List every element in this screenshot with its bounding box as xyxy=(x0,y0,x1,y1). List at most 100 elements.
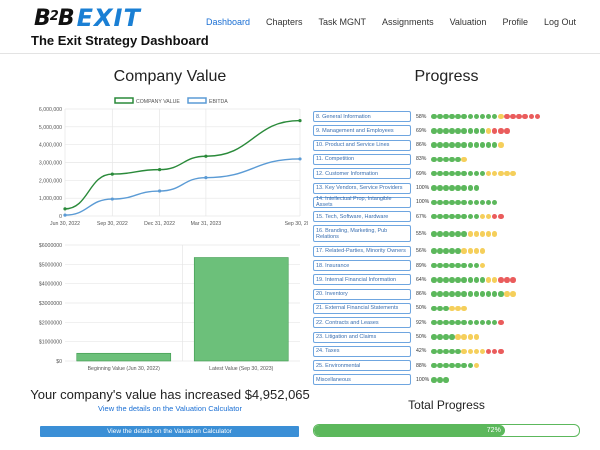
in-progress-dot-icon xyxy=(491,170,498,177)
chapter-link[interactable]: 14. Intellectual Prop, Intangible Assets xyxy=(313,196,411,208)
chapter-link[interactable]: 8. General Information xyxy=(313,111,411,122)
complete-dot-icon xyxy=(467,142,474,148)
y-tick-label: $4000000 xyxy=(39,282,62,288)
in-progress-dot-icon xyxy=(461,348,467,355)
complete-dot-icon xyxy=(437,199,443,206)
legend-swatch xyxy=(114,97,134,104)
task-status-dots xyxy=(431,348,504,355)
complete-dot-icon xyxy=(437,348,443,355)
in-progress-dot-icon xyxy=(479,348,486,355)
nav-task-mgnt[interactable]: Task MGNT xyxy=(319,17,367,27)
complete-dot-icon xyxy=(485,319,492,326)
progress-row: 24. Taxes 42% xyxy=(313,345,593,357)
complete-dot-icon xyxy=(479,170,486,177)
in-progress-dot-icon xyxy=(479,248,486,254)
complete-dot-icon xyxy=(479,113,486,120)
complete-dot-icon xyxy=(431,262,437,269)
nav-valuation[interactable]: Valuation xyxy=(450,17,487,27)
chapter-percent: 100% xyxy=(416,199,430,206)
chapter-percent: 42% xyxy=(416,348,427,355)
series-line xyxy=(64,119,301,210)
chapter-link[interactable]: 25. Environmental xyxy=(313,360,411,372)
in-progress-dot-icon xyxy=(473,362,480,369)
nav-assignments[interactable]: Assignments xyxy=(382,17,434,27)
nav-dashboard[interactable]: Dashboard xyxy=(206,17,250,27)
chapter-link[interactable]: 22. Contracts and Leases xyxy=(313,317,411,329)
chapter-link[interactable]: Miscellaneous xyxy=(313,374,411,386)
chapter-link[interactable]: 20. Inventory xyxy=(313,288,411,300)
nav-chapters[interactable]: Chapters xyxy=(266,17,303,27)
progress-row: 20. Inventory 86% xyxy=(313,288,593,300)
not-started-dot-icon xyxy=(491,128,498,134)
not-started-dot-icon xyxy=(510,277,516,283)
complete-dot-icon xyxy=(431,128,437,134)
total-progress-title: Total Progress xyxy=(408,398,485,412)
bar xyxy=(193,257,289,362)
task-status-dots xyxy=(431,334,480,340)
progress-row: 8. General Information 58% xyxy=(313,111,593,122)
complete-dot-icon xyxy=(449,291,455,297)
complete-dot-icon xyxy=(455,248,461,254)
progress-row: 13. Key Vendors, Service Providers 100% xyxy=(313,182,593,194)
complete-dot-icon xyxy=(443,248,449,254)
complete-dot-icon xyxy=(449,185,455,191)
valuation-calculator-link[interactable]: View the details on the Valuation Calcul… xyxy=(20,404,320,413)
in-progress-dot-icon xyxy=(485,170,492,177)
chapter-link[interactable]: 21. External Financial Statements xyxy=(313,302,411,314)
complete-dot-icon xyxy=(443,319,449,326)
legend-label: COMPANY VALUE xyxy=(136,99,180,105)
x-tick-label: Jun 30, 2022 xyxy=(50,221,80,227)
b2b-exit-logo[interactable]: B2B EXIT xyxy=(34,4,141,32)
task-status-dots xyxy=(431,291,516,297)
complete-dot-icon xyxy=(449,199,455,206)
complete-dot-icon xyxy=(455,142,461,148)
complete-dot-icon xyxy=(449,248,455,254)
not-started-dot-icon xyxy=(504,113,510,120)
chapter-link[interactable]: 24. Taxes xyxy=(313,345,411,357)
complete-dot-icon xyxy=(485,113,492,120)
x-tick-label: Beginning Value (Jun 30, 2022) xyxy=(88,366,161,372)
complete-dot-icon xyxy=(443,213,449,220)
nav-log-out[interactable]: Log Out xyxy=(544,17,576,27)
not-started-dot-icon xyxy=(522,113,528,120)
progress-row: 10. Product and Service Lines 86% xyxy=(313,139,593,151)
progress-row: 14. Intellectual Prop, Intangible Assets… xyxy=(313,196,593,208)
nav-profile[interactable]: Profile xyxy=(502,17,528,27)
chapter-link[interactable]: 16. Branding, Marketing, Pub Relations xyxy=(313,225,411,243)
complete-dot-icon xyxy=(449,334,455,340)
chapter-link[interactable]: 11. Competition xyxy=(313,153,411,165)
complete-dot-icon xyxy=(431,156,437,163)
chapter-link[interactable]: 13. Key Vendors, Service Providers xyxy=(313,182,411,194)
complete-dot-icon xyxy=(431,185,437,191)
task-status-dots xyxy=(431,319,504,326)
chapter-percent: 56% xyxy=(416,248,427,255)
chapter-link[interactable]: 12. Customer Information xyxy=(313,168,411,180)
complete-dot-icon xyxy=(479,142,486,148)
chapter-link[interactable]: 23. Litigation and Claims xyxy=(313,331,411,343)
complete-dot-icon xyxy=(455,213,461,220)
chapter-link[interactable]: 9. Management and Employees xyxy=(313,125,411,137)
legend-label: EBITDA xyxy=(209,99,228,105)
data-point xyxy=(298,157,302,161)
complete-dot-icon xyxy=(461,213,467,220)
chapter-link[interactable]: 10. Product and Service Lines xyxy=(313,139,411,151)
not-started-dot-icon xyxy=(498,277,504,283)
chapter-percent: 86% xyxy=(416,291,427,298)
complete-dot-icon xyxy=(467,319,474,326)
chapter-percent: 100% xyxy=(416,376,430,383)
complete-dot-icon xyxy=(431,142,437,148)
chapter-link[interactable]: 19. Internal Financial Information xyxy=(313,274,411,286)
progress-row: 16. Branding, Marketing, Pub Relations 55… xyxy=(313,225,593,243)
chapter-link[interactable]: 15. Tech, Software, Hardware xyxy=(313,211,411,223)
progress-row: 11. Competition 83% xyxy=(313,153,593,165)
complete-dot-icon xyxy=(443,113,449,120)
complete-dot-icon xyxy=(437,142,443,148)
valuation-calculator-button[interactable]: View the details on the Valuation Calcul… xyxy=(40,426,299,437)
chapter-link[interactable]: 18. Insurance xyxy=(313,260,411,271)
data-point xyxy=(110,197,114,201)
complete-dot-icon xyxy=(461,142,467,148)
chapter-link[interactable]: 17. Related-Parties, Minority Owners xyxy=(313,245,411,257)
in-progress-dot-icon xyxy=(485,277,492,283)
progress-row: 21. External Financial Statements 50% xyxy=(313,302,593,314)
tagline: The Exit Strategy Dashboard xyxy=(31,33,209,48)
